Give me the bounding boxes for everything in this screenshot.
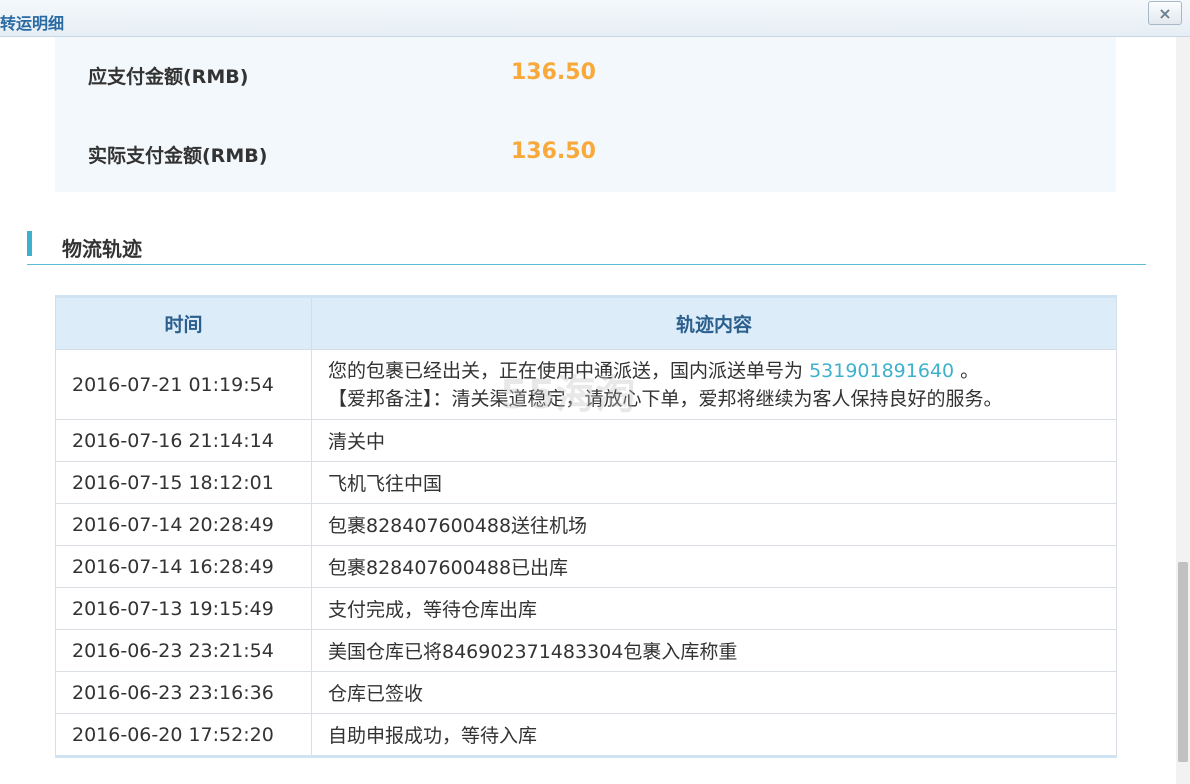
row-time: 2016-07-13 19:15:49 bbox=[55, 587, 312, 630]
close-icon: × bbox=[1158, 4, 1172, 23]
row-time: 2016-07-16 21:14:14 bbox=[55, 419, 312, 462]
row-content: 支付完成，等待仓库出库 bbox=[311, 587, 1117, 630]
table-row: 2016-06-23 23:21:54 美国仓库已将84690237148330… bbox=[55, 629, 1117, 672]
tracking-table: 时间 轨迹内容 2016-07-21 01:19:54 您的包裹已经出关，正在使… bbox=[55, 295, 1117, 758]
scrollbar-thumb[interactable] bbox=[1178, 562, 1188, 762]
row-content: 包裹828407600488送往机场 bbox=[311, 503, 1117, 546]
row-content-text: 您的包裹已经出关，正在使用中通派送，国内派送单号为 bbox=[328, 359, 804, 382]
row-content-line1: 您的包裹已经出关，正在使用中通派送，国内派送单号为 531901891640 。 bbox=[328, 357, 1100, 385]
row-time: 2016-07-14 16:28:49 bbox=[55, 545, 312, 588]
close-button[interactable]: × bbox=[1148, 1, 1182, 25]
due-amount-label: 应支付金额(RMB) bbox=[88, 66, 249, 88]
logistics-section-title: 物流轨迹 bbox=[62, 237, 142, 261]
row-time: 2016-07-14 20:28:49 bbox=[55, 503, 312, 546]
dialog-title: 转运明细 bbox=[0, 14, 65, 33]
table-row: 2016-07-14 16:28:49 包裹828407600488已出库 bbox=[55, 545, 1117, 588]
row-content: 您的包裹已经出关，正在使用中通派送，国内派送单号为 531901891640 。… bbox=[311, 349, 1117, 420]
row-time: 2016-06-23 23:21:54 bbox=[55, 629, 312, 672]
table-header-row: 时间 轨迹内容 bbox=[55, 296, 1117, 350]
row-content: 包裹828407600488已出库 bbox=[311, 545, 1117, 588]
row-content: 美国仓库已将846902371483304包裹入库称重 bbox=[311, 629, 1117, 672]
table-row: 2016-06-20 17:52:20 自助申报成功，等待入库 bbox=[55, 713, 1117, 757]
table-row: 2016-06-23 23:16:36 仓库已签收 bbox=[55, 671, 1117, 714]
table-row: 2016-07-21 01:19:54 您的包裹已经出关，正在使用中通派送，国内… bbox=[55, 349, 1117, 420]
row-content-suffix: 。 bbox=[960, 359, 980, 382]
row-content: 飞机飞往中国 bbox=[311, 461, 1117, 504]
actual-amount-value: 136.50 bbox=[511, 139, 596, 164]
row-time: 2016-07-21 01:19:54 bbox=[55, 349, 312, 420]
section-divider bbox=[27, 264, 1146, 265]
table-row: 2016-07-15 18:12:01 飞机飞往中国 bbox=[55, 461, 1117, 504]
row-time: 2016-07-15 18:12:01 bbox=[55, 461, 312, 504]
row-time: 2016-06-20 17:52:20 bbox=[55, 713, 312, 757]
row-content-line2: 【爱邦备注】：清关渠道稳定，请放心下单，爱邦将继续为客人保持良好的服务。 bbox=[328, 387, 1003, 410]
table-row: 2016-07-14 20:28:49 包裹828407600488送往机场 bbox=[55, 503, 1117, 546]
actual-amount-label: 实际支付金额(RMB) bbox=[88, 145, 268, 167]
dialog-titlebar: 转运明细 × bbox=[0, 0, 1190, 37]
row-time: 2016-06-23 23:16:36 bbox=[55, 671, 312, 714]
row-content: 清关中 bbox=[311, 419, 1117, 462]
tracking-number-link[interactable]: 531901891640 bbox=[809, 360, 954, 382]
row-content: 自助申报成功，等待入库 bbox=[311, 713, 1117, 757]
column-header-time: 时间 bbox=[55, 296, 312, 350]
table-row: 2016-07-13 19:15:49 支付完成，等待仓库出库 bbox=[55, 587, 1117, 630]
table-row: 2016-07-16 21:14:14 清关中 bbox=[55, 419, 1117, 462]
due-amount-value: 136.50 bbox=[511, 60, 596, 85]
column-header-content: 轨迹内容 bbox=[311, 296, 1117, 350]
section-marker bbox=[27, 231, 32, 256]
row-content: 仓库已签收 bbox=[311, 671, 1117, 714]
